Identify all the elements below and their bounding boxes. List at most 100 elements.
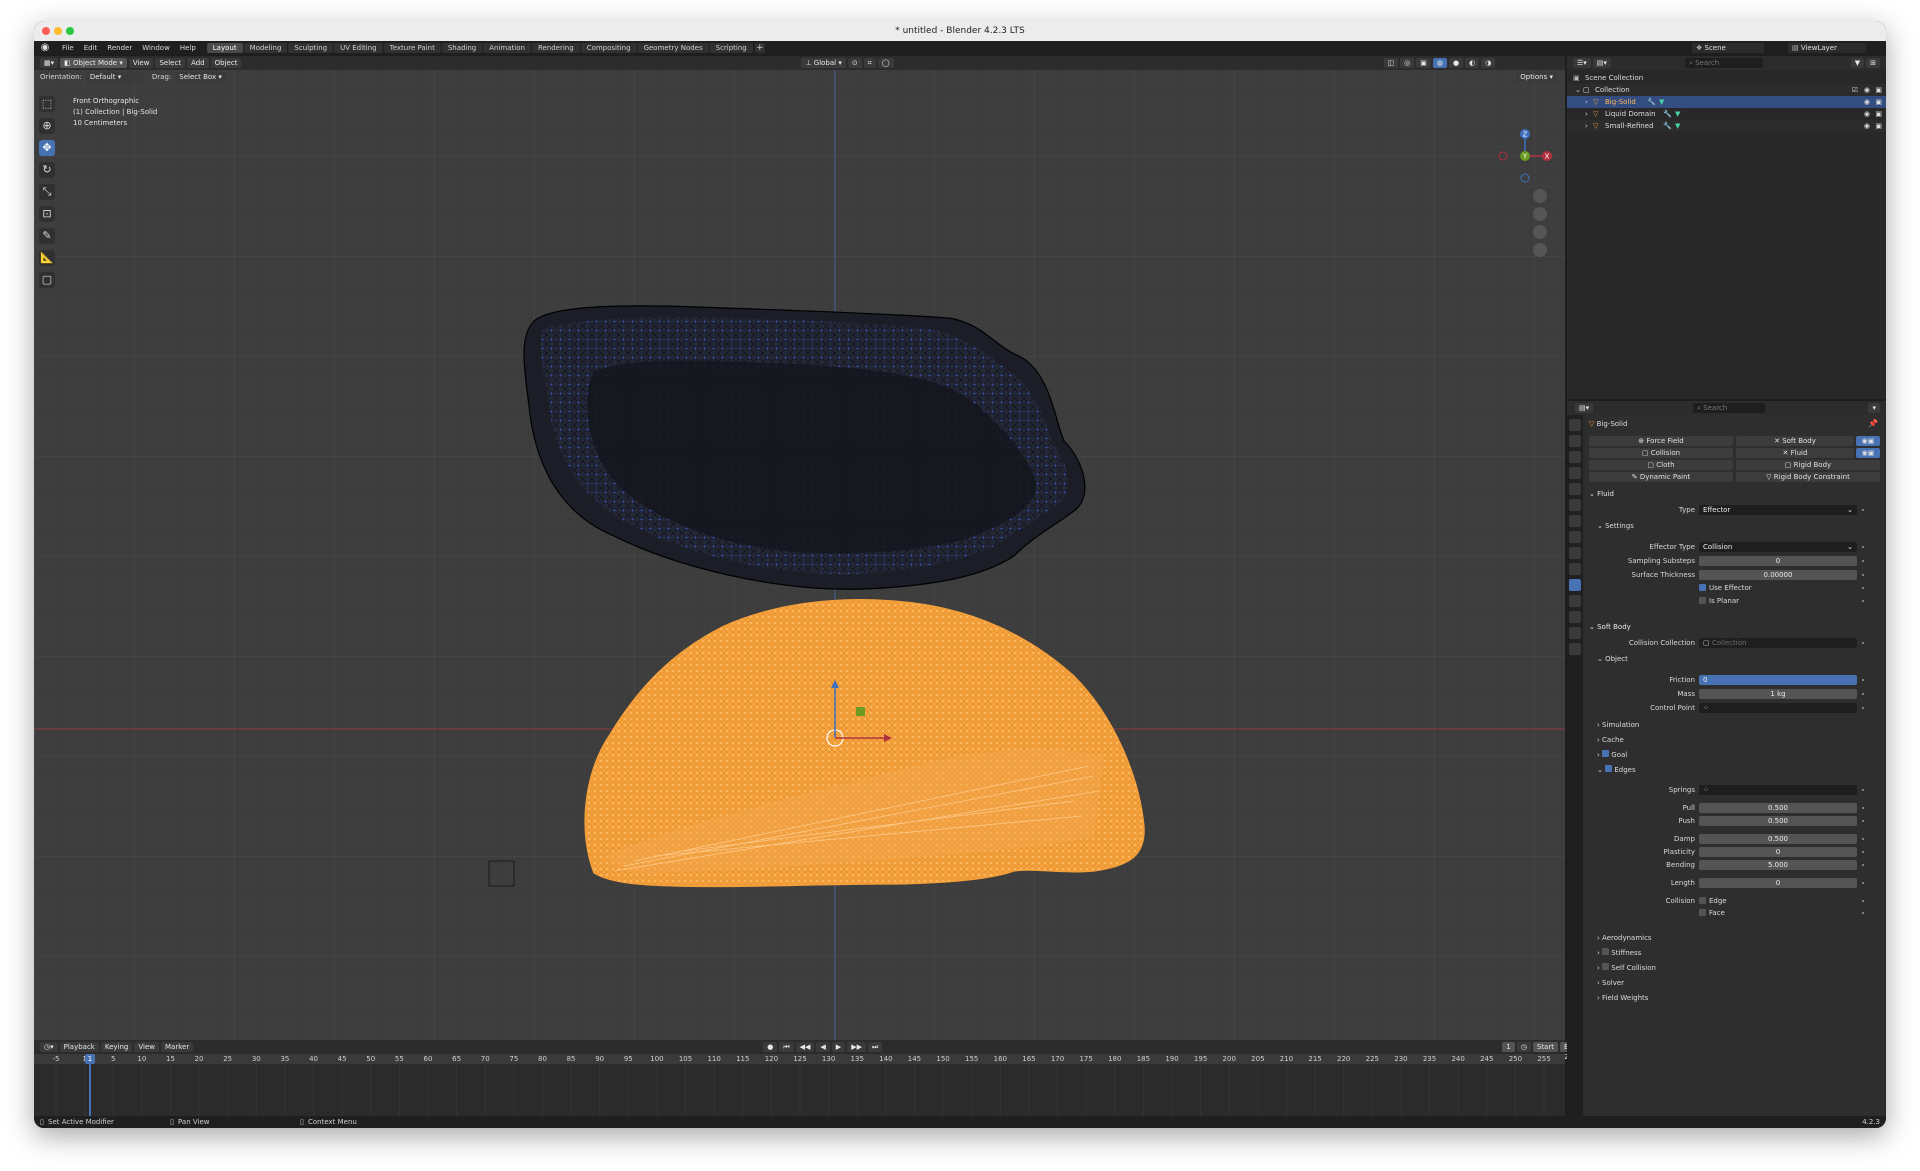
keyframe-dot[interactable] [1862, 642, 1864, 644]
fluid-type-dropdown[interactable]: Effector ⌄ [1699, 505, 1857, 515]
edge-collision-checkbox[interactable] [1699, 897, 1706, 904]
play-icon[interactable]: ▶ [831, 1041, 846, 1052]
menu-object[interactable]: Object [210, 58, 242, 68]
shading-wireframe-icon[interactable]: ◍ [1432, 58, 1448, 68]
field-weights-subpanel-header[interactable]: › Field Weights [1597, 993, 1648, 1003]
record-icon[interactable]: ● [763, 1041, 778, 1052]
stiffness-checkbox[interactable] [1602, 948, 1610, 955]
viewport-canvas[interactable] [34, 56, 1565, 1040]
tab-geometry-nodes[interactable]: Geometry Nodes [637, 43, 709, 53]
rigid-body-button[interactable]: ▢ Rigid Body [1736, 460, 1880, 470]
filter-icon[interactable]: ▼ [1850, 58, 1865, 68]
texture-tab-icon[interactable] [1569, 643, 1581, 655]
keyframe-dot[interactable] [1862, 900, 1864, 902]
keyframe-dot[interactable] [1862, 574, 1864, 576]
keyframe-dot[interactable] [1862, 807, 1864, 809]
menu-view[interactable]: View [128, 58, 154, 68]
eye-icon[interactable]: ◉ [1864, 108, 1870, 120]
keyframe-dot[interactable] [1862, 707, 1864, 709]
outliner-editor-type-button[interactable]: ☰▾ [1573, 58, 1591, 68]
outliner-row-collection[interactable]: ⌄ ▢ Collection ☑ ◉ ▣ [1567, 84, 1886, 96]
eye-icon[interactable]: ◉ [1864, 84, 1870, 96]
output-tab-icon[interactable] [1569, 451, 1581, 463]
outliner-row-small-refined[interactable]: › ▽ Small-Refined 🔧 ▼ ◉ ▣ [1567, 120, 1886, 132]
current-frame-field[interactable]: 1 [1502, 1041, 1515, 1052]
select-box-icon[interactable]: ⬚ [39, 96, 55, 112]
keyframe-dot[interactable] [1862, 789, 1864, 791]
fluid-panel-header[interactable]: ⌄ Fluid [1589, 487, 1880, 501]
prev-keyframe-icon[interactable]: ◀◀ [795, 1041, 815, 1052]
move-icon[interactable]: ✥ [39, 140, 55, 156]
drag-dropdown[interactable]: Select Box ▾ [175, 72, 226, 82]
viewport-gizmo-icon[interactable]: ◫ [1383, 58, 1399, 68]
plasticity-field[interactable]: 0 [1699, 847, 1857, 857]
collision-button[interactable]: ▢ Collision [1589, 448, 1733, 458]
camera-icon[interactable]: ▣ [1875, 84, 1882, 96]
collection-tab-icon[interactable] [1569, 515, 1581, 527]
transform-icon[interactable]: ⊡ [39, 206, 55, 222]
annotate-icon[interactable]: ✎ [39, 228, 55, 244]
menu-window[interactable]: Window [137, 44, 175, 52]
timeline-ruler[interactable]: -515101520253035404550556065707580859095… [34, 1054, 1565, 1064]
editor-type-button[interactable]: ▦▾ [40, 58, 59, 68]
camera-icon[interactable]: ▣ [1875, 120, 1882, 132]
outliner-row-liquid-domain[interactable]: › ▽ Liquid Domain 🔧 ▼ ◉ ▣ [1567, 108, 1886, 120]
next-keyframe-icon[interactable]: ▶▶ [847, 1041, 866, 1052]
menu-add[interactable]: Add [187, 58, 209, 68]
start-frame-field[interactable]: Start 1 [1532, 1041, 1558, 1061]
proportional-edit-icon[interactable]: ◯ [877, 58, 894, 68]
collision-collection-field[interactable]: ▢ Collection [1699, 638, 1857, 648]
keyframe-dot[interactable] [1862, 693, 1864, 695]
outliner-row-scene-collection[interactable]: ▣ Scene Collection [1567, 72, 1886, 84]
timeline-track-area[interactable] [34, 1064, 1565, 1116]
length-field[interactable]: 0 [1699, 878, 1857, 888]
keyframe-dot[interactable] [1862, 679, 1864, 681]
fluid-button[interactable]: ✕ Fluid [1736, 448, 1854, 458]
sampling-substeps-field[interactable]: 0 [1699, 556, 1857, 566]
tab-modeling[interactable]: Modeling [243, 43, 288, 53]
display-mode-icon[interactable]: ▤▾ [1592, 58, 1611, 68]
simulation-subpanel-header[interactable]: › Simulation [1597, 720, 1639, 730]
play-reverse-icon[interactable]: ◀ [816, 1041, 830, 1052]
outliner-row-big-solid[interactable]: › ▽ Big-Solid 🔧 ▼ ◉ ▣ [1567, 96, 1886, 108]
keyframe-dot[interactable] [1862, 864, 1864, 866]
measure-icon[interactable]: 📐 [39, 250, 55, 266]
shading-solid-icon[interactable]: ● [1449, 58, 1464, 68]
tab-sculpting[interactable]: Sculpting [288, 43, 334, 53]
eye-icon[interactable]: ◉ [1864, 96, 1870, 108]
scene-selector[interactable]: ❖ Scene [1692, 43, 1764, 53]
pivot-icon[interactable]: ⊙ [847, 58, 862, 68]
view-layer-selector[interactable]: ▤ ViewLayer [1788, 43, 1866, 53]
overlays-icon[interactable]: ◎ [1400, 58, 1415, 68]
cache-subpanel-header[interactable]: › Cache [1597, 735, 1624, 745]
tab-rendering[interactable]: Rendering [531, 43, 580, 53]
render-tab-icon[interactable] [1569, 435, 1581, 447]
self-collision-checkbox[interactable] [1602, 963, 1610, 970]
face-collision-checkbox[interactable] [1699, 909, 1706, 916]
keyframe-dot[interactable] [1862, 838, 1864, 840]
constraints-tab-icon[interactable] [1569, 595, 1581, 607]
edges-subpanel-header[interactable]: ⌄ Edges [1597, 765, 1636, 775]
keyframe-dot[interactable] [1862, 820, 1864, 822]
damp-field[interactable]: 0.500 [1699, 834, 1857, 844]
menu-keying[interactable]: Keying ▾ [100, 1041, 133, 1061]
tab-animation[interactable]: Animation [483, 43, 531, 53]
push-field[interactable]: 0.500 [1699, 816, 1857, 826]
menu-select[interactable]: Select [155, 58, 186, 68]
rotate-icon[interactable]: ↻ [39, 162, 55, 178]
solver-subpanel-header[interactable]: › Solver [1597, 978, 1624, 988]
navigation-gizmo[interactable]: Z X Y [1495, 126, 1555, 276]
cursor-icon[interactable]: ⊕ [39, 118, 55, 134]
goal-checkbox[interactable] [1602, 750, 1610, 757]
use-effector-checkbox[interactable] [1699, 584, 1706, 591]
particles-tab-icon[interactable] [1569, 563, 1581, 575]
keyframe-dot[interactable] [1862, 851, 1864, 853]
tab-layout[interactable]: Layout [206, 43, 243, 53]
menu-file[interactable]: File [57, 44, 79, 52]
material-tab-icon[interactable] [1569, 627, 1581, 639]
transform-orientation-dropdown[interactable]: ⊥ Global ▾ [801, 58, 846, 68]
blender-logo-icon[interactable]: ◉ [39, 42, 51, 54]
tab-uv-editing[interactable]: UV Editing [334, 43, 383, 53]
soft-body-panel-header[interactable]: ⌄ Soft Body [1589, 620, 1880, 634]
effector-type-dropdown[interactable]: Collision ⌄ [1699, 542, 1857, 552]
